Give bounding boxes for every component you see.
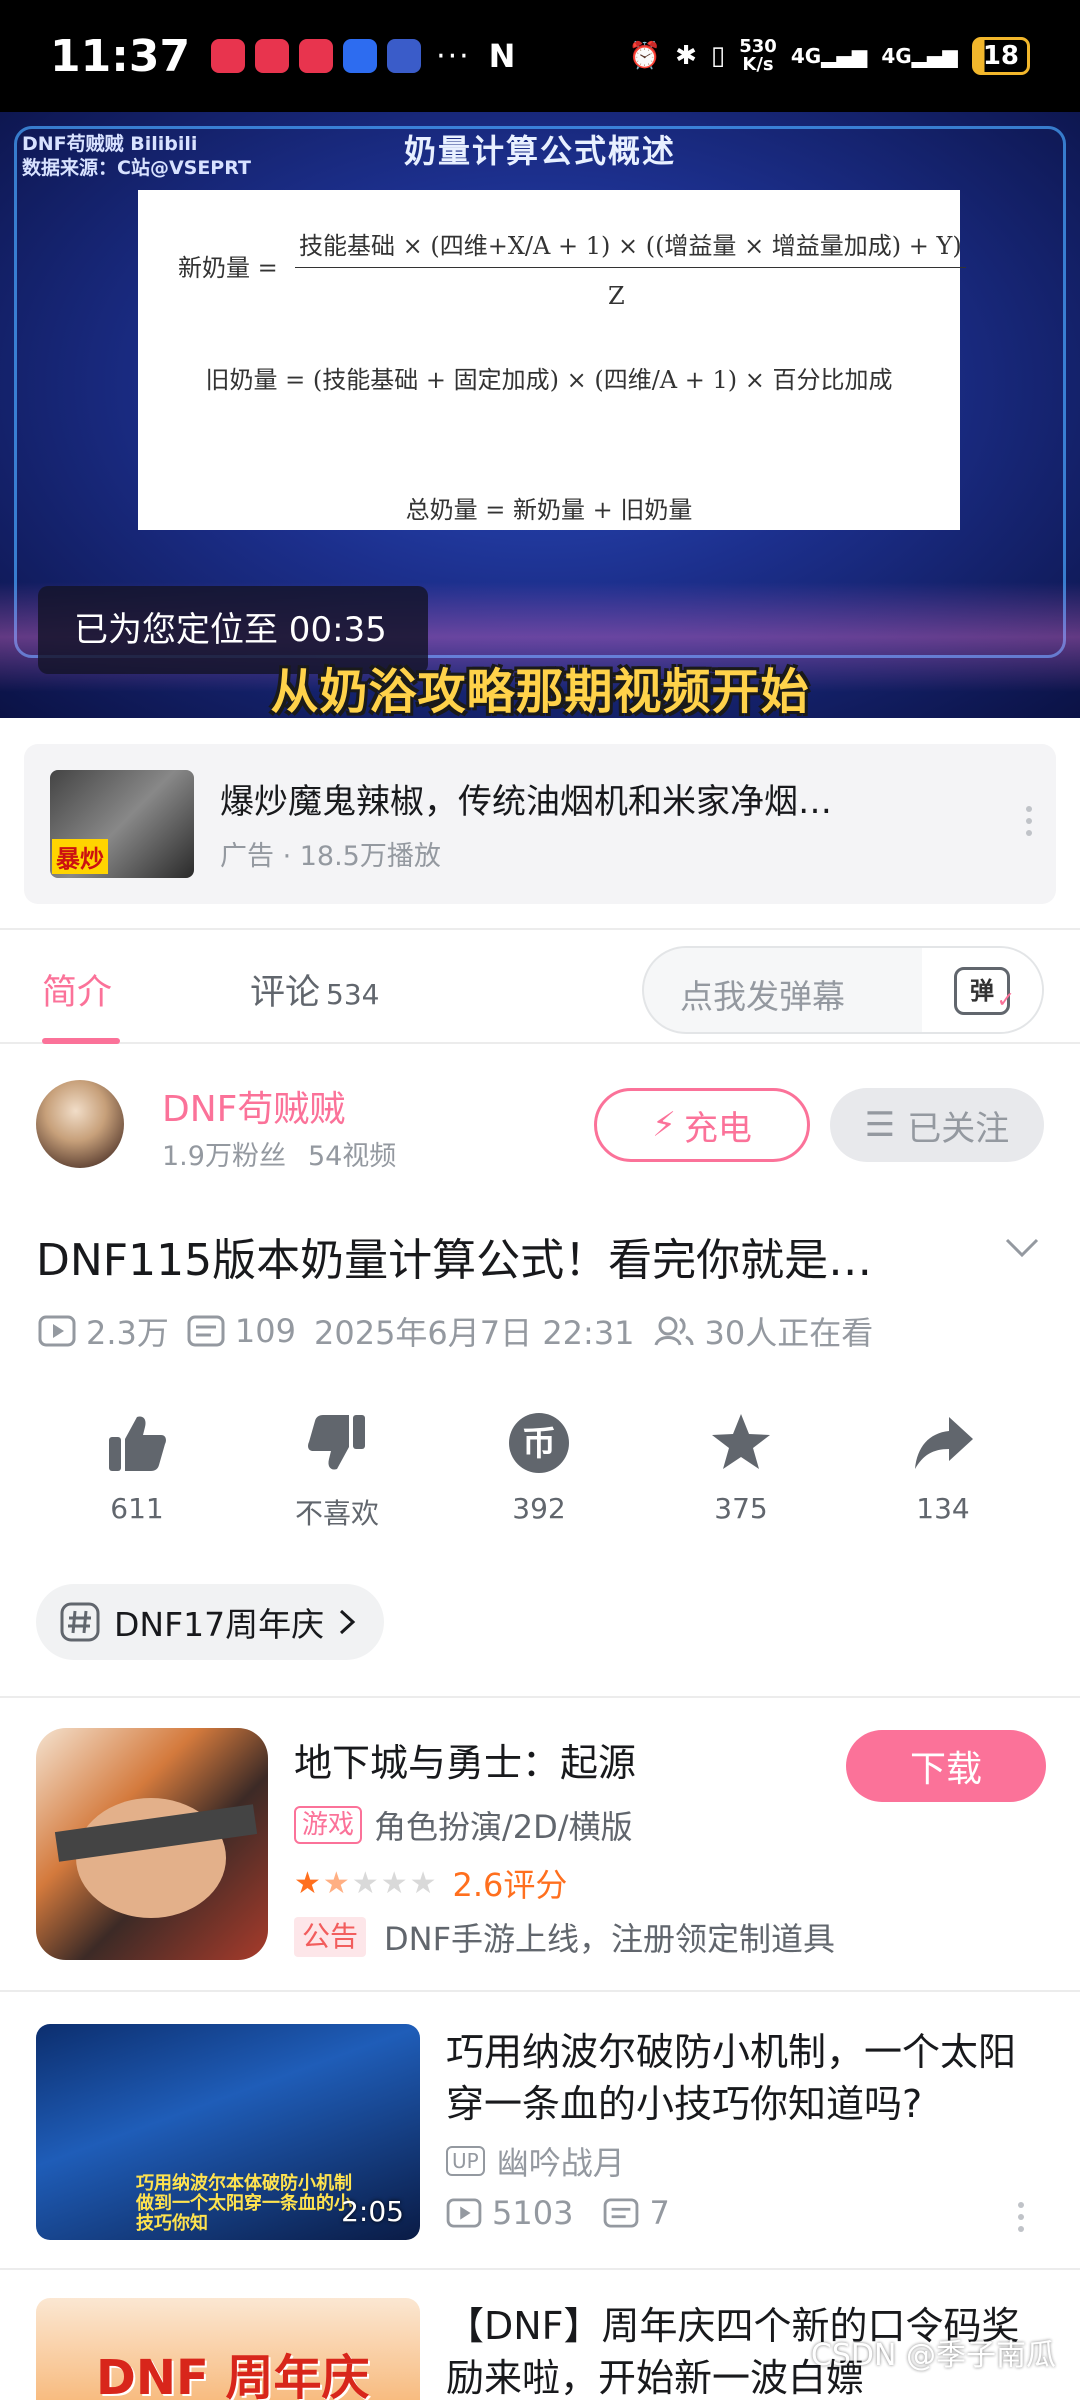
play-count-icon [446, 2198, 482, 2228]
formula-old: 旧奶量 = (技能基础 + 固定加成) × (四维/A + 1) × 百分比加成 [205, 366, 893, 394]
menu-icon: ☰ [864, 1105, 896, 1145]
game-title[interactable]: 地下城与勇士：起源 [294, 1732, 636, 1787]
alarm-icon: ⏰ [628, 41, 662, 71]
thumbs-up-icon [109, 1416, 166, 1471]
thumbnail-caption: DNF 周年庆 [96, 2350, 370, 2400]
danmaku-icon: 弹 [954, 967, 1015, 1022]
danmaku-stat: 109 [187, 1312, 296, 1350]
game-badge: 游戏 [294, 1806, 363, 1844]
ad-thumbnail: 暴炒 [50, 770, 194, 878]
play-count-icon [38, 1315, 76, 1347]
chevron-right-icon [340, 1609, 356, 1635]
notification-app-icon [255, 39, 290, 73]
notification-app-icon [387, 39, 422, 73]
ad-card[interactable]: 暴炒 爆炒魔鬼辣椒，传统油烟机和米家净烟… 广告 · 18.5万播放 [24, 744, 1056, 904]
notification-app-icon [211, 39, 246, 73]
coin-button[interactable]: 币 392 [474, 1408, 604, 1525]
signal-icon: 4G▂▄▆ [881, 44, 958, 68]
thumbs-down-icon [308, 1415, 365, 1470]
ad-meta: 广告 · 18.5万播放 [220, 841, 441, 872]
vibrate-icon: ▯ [710, 41, 726, 71]
divider [0, 1696, 1080, 1698]
network-speed: 530 K/s [739, 36, 777, 75]
divider [0, 1990, 1080, 1992]
thumbnail-caption: 巧用纳波尔本体破防小机制 做到一个太阳穿一条血的小技巧你知 [136, 2173, 352, 2234]
danmaku-count-icon [604, 2198, 639, 2228]
bluetooth-icon: ✱ [675, 41, 697, 71]
more-notifications-icon: ··· [436, 38, 471, 74]
video-duration: 2:05 [341, 2195, 404, 2228]
views-stat: 2.3万 [38, 1308, 169, 1354]
recommended-video-stats: 5103 7 [446, 2194, 670, 2232]
watching-stat: 30人正在看 [653, 1308, 873, 1354]
lightning-icon: ⚡ [652, 1105, 676, 1145]
up-badge-icon: UP [446, 2146, 485, 2176]
danmaku-placeholder: 点我发弹幕 [680, 977, 845, 1016]
clock: 11:37 [50, 30, 191, 82]
coin-icon: 币 [509, 1413, 569, 1473]
game-icon[interactable] [36, 1728, 268, 1960]
status-icons: ⏰ ✱ ▯ 530 K/s 4G▂▄▆ 4G▂▄▆ 18 [629, 37, 1030, 75]
viewers-icon [654, 1316, 694, 1346]
chevron-down-icon[interactable] [1004, 1236, 1040, 1260]
formula-total: 总奶量 = 新奶量 + 旧奶量 [405, 496, 693, 524]
recommended-video-title[interactable]: 巧用纳波尔破防小机制，一个太阳穿一条血的小技巧你知道吗? [446, 2026, 1046, 2130]
like-button[interactable]: 611 [72, 1408, 202, 1525]
video-thumbnail[interactable]: DNF 周年庆 [36, 2298, 420, 2400]
share-button[interactable]: 134 [878, 1408, 1008, 1525]
screenshot-watermark: CSDN @季子南瓜 [810, 2338, 1056, 2373]
tab-bar: 简介 评论 534 点我发弹幕 弹 [0, 928, 1080, 1044]
topic-tag[interactable]: DNF17周年庆 [36, 1584, 385, 1660]
notice-badge: 公告 [294, 1917, 367, 1957]
publish-date: 2025年6月7日 22:31 [313, 1314, 635, 1352]
status-bar: 11:37 ··· N ⏰ ✱ ▯ 530 K/s 4G▂▄▆ 4G▂▄▆ 18 [0, 0, 1080, 112]
video-subtitle: 从奶浴攻略那期视频开始 [270, 664, 810, 718]
tab-intro[interactable]: 简介 [42, 964, 112, 1015]
ad-title: 爆炒魔鬼辣椒，传统油烟机和米家净烟… [220, 782, 832, 822]
video-thumbnail[interactable]: 巧用纳波尔本体破防小机制 做到一个太阳穿一条血的小技巧你知 2:05 [36, 2024, 420, 2240]
avatar[interactable] [36, 1080, 124, 1168]
notification-app-icon [299, 39, 334, 73]
slide-title: 奶量计算公式概述 [403, 132, 676, 170]
hashtag-icon [60, 1602, 100, 1642]
danmaku-toggle-button[interactable]: 弹 [922, 948, 1042, 1032]
charge-button[interactable]: ⚡ 充电 [594, 1088, 810, 1162]
favorite-button[interactable]: 375 [676, 1408, 806, 1525]
game-notice: 公告 DNF手游上线，注册领定制道具 [294, 1914, 835, 1960]
uploader-name[interactable]: DNF苟贼贼 [162, 1080, 345, 1132]
recommended-video-author[interactable]: UP 幽吟战月 [446, 2138, 625, 2184]
share-icon [915, 1417, 973, 1469]
video-title[interactable]: DNF115版本奶量计算公式！看完你就是… [36, 1224, 936, 1288]
video-player[interactable]: DNF苟贼贼 Bilibili 数据来源：C站@VSEPRT 奶量计算公式概述 … [0, 112, 1080, 718]
star-icon [712, 1414, 770, 1469]
danmaku-count-icon [187, 1315, 225, 1347]
more-icon[interactable] [1016, 2202, 1026, 2232]
dislike-button[interactable]: 不喜欢 [272, 1408, 402, 1532]
game-rating: ★★★★★ 2.6评分 [294, 1865, 568, 1905]
divider [0, 2268, 1080, 2270]
follow-button[interactable]: ☰ 已关注 [830, 1088, 1044, 1162]
video-meta: 2.3万 109 2025年6月7日 22:31 30人正在看 [38, 1308, 891, 1354]
nfc-icon: N [488, 37, 516, 75]
svg-text:币: 币 [522, 1424, 556, 1464]
download-button[interactable]: 下载 [846, 1730, 1046, 1802]
formula-panel: 新奶量 = 技能基础 × (四维+X/A + 1) × ((增益量 × 增益量加… [138, 190, 966, 530]
uploader-stats: 1.9万粉丝 54视频 [162, 1141, 397, 1172]
tab-indicator [42, 1038, 120, 1044]
tab-comments[interactable]: 评论 534 [250, 964, 379, 1015]
more-icon[interactable] [1024, 806, 1034, 836]
danmaku-input[interactable]: 点我发弹幕 弹 [642, 946, 1044, 1034]
signal-icon: 4G▂▄▆ [790, 44, 868, 68]
rating-stars-icon: ★★★★★ [294, 1865, 439, 1901]
game-genre: 游戏 角色扮演/2D/横版 [294, 1802, 633, 1848]
notification-app-icon [343, 39, 378, 73]
battery-indicator: 18 [971, 37, 1030, 75]
